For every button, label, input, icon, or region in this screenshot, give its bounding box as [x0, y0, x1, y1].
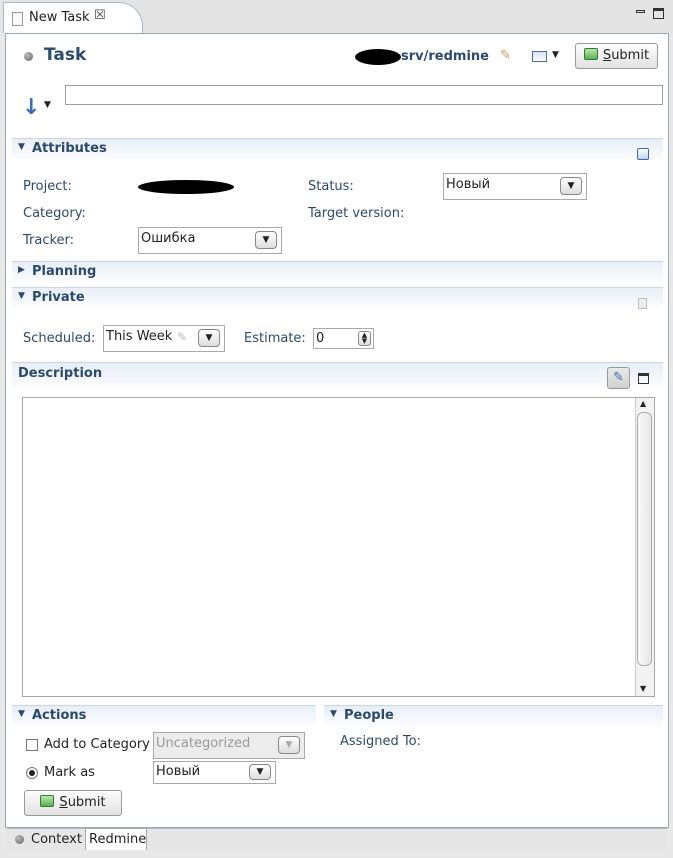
private-section-header[interactable]: ▼ Private: [12, 287, 663, 308]
close-icon[interactable]: ☒: [94, 8, 106, 23]
section-title: People: [344, 708, 394, 723]
project-label: Project:: [23, 179, 72, 194]
description-textarea[interactable]: [22, 397, 655, 697]
section-title: Planning: [32, 264, 97, 279]
expand-toggle-icon: ▼: [18, 291, 25, 301]
task-icon: [24, 52, 33, 61]
context-icon: [15, 835, 24, 844]
maximize-icon[interactable]: [638, 373, 649, 384]
chevron-down-icon: ▼: [255, 231, 277, 249]
tracker-combo[interactable]: Ошибка ▼: [138, 227, 282, 254]
estimate-spinner[interactable]: 0 ▲ ▼: [313, 328, 374, 349]
planning-section-header[interactable]: ▶ Planning: [12, 261, 663, 282]
submit-button[interactable]: Submit: [575, 43, 658, 69]
chevron-down-icon: ▼: [249, 764, 271, 780]
redacted-mark: [138, 180, 234, 194]
minimize-icon[interactable]: [636, 10, 645, 13]
tab-title: New Task: [29, 10, 90, 25]
chevron-down-icon[interactable]: ▼: [44, 100, 51, 110]
section-title: Attributes: [32, 141, 107, 156]
expand-toggle-icon: ▼: [18, 142, 25, 152]
scroll-up-icon[interactable]: ▲: [640, 399, 646, 408]
status-combo[interactable]: Новый ▼: [443, 173, 587, 200]
tab-redmine[interactable]: Redmine: [85, 828, 147, 850]
estimate-label: Estimate:: [244, 331, 306, 346]
chevron-down-icon: ▼: [560, 177, 582, 195]
scroll-down-icon[interactable]: ▼: [640, 684, 646, 693]
section-title: Description: [18, 366, 103, 381]
expand-toggle-icon: ▼: [330, 709, 337, 719]
mark-as-radio[interactable]: [26, 767, 38, 779]
description-section-header: Description: [12, 362, 663, 388]
maximize-icon[interactable]: [653, 8, 664, 19]
tab-new-task[interactable]: New Task ☒: [3, 2, 143, 33]
add-to-category-checkbox[interactable]: [26, 739, 38, 751]
target-version-label: Target version:: [308, 206, 405, 221]
people-section-header[interactable]: ▼ People: [324, 705, 663, 726]
tab-context[interactable]: Context: [7, 829, 85, 850]
mark-as-label: Mark as: [44, 765, 95, 780]
refresh-attributes-icon[interactable]: [637, 148, 649, 160]
status-label: Status:: [308, 179, 354, 194]
submit-button[interactable]: Submit: [24, 790, 122, 816]
chevron-down-icon: ▼: [198, 329, 220, 347]
clear-private-icon[interactable]: [638, 298, 647, 309]
section-title: Actions: [32, 708, 87, 723]
spinner-arrows-icon[interactable]: ▲ ▼: [358, 331, 371, 346]
actions-section-header[interactable]: ▼ Actions: [12, 705, 316, 726]
submit-icon: [40, 795, 55, 807]
category-combo[interactable]: Uncategorized ▼: [153, 732, 305, 759]
add-to-category-label: Add to Category: [44, 737, 150, 752]
edit-description-icon[interactable]: ✎: [607, 367, 630, 389]
priority-icon[interactable]: ↓: [22, 95, 40, 120]
page-title: Task: [44, 45, 87, 65]
expand-toggle-icon: ▶: [18, 265, 25, 275]
section-title: Private: [32, 290, 85, 305]
document-icon: [12, 12, 23, 26]
calendar-icon: [532, 51, 547, 62]
chevron-down-icon: ▼: [552, 50, 559, 60]
layout-menu-button[interactable]: ▼: [529, 47, 563, 67]
tracker-label: Tracker:: [23, 233, 75, 248]
repository-label: srv/redmine: [401, 49, 489, 64]
scheduled-label: Scheduled:: [23, 331, 96, 346]
redacted-mark: [355, 49, 401, 65]
assigned-to-label: Assigned To:: [340, 734, 421, 749]
clear-icon[interactable]: ✎: [177, 330, 187, 344]
mark-as-combo[interactable]: Новый ▼: [153, 761, 276, 784]
summary-field[interactable]: [65, 85, 663, 105]
scroll-thumb[interactable]: [637, 412, 652, 666]
submit-icon: [583, 48, 598, 60]
chevron-down-icon: ▼: [278, 736, 300, 754]
clear-icon[interactable]: ✎: [500, 48, 516, 64]
expand-toggle-icon: ▼: [18, 709, 25, 719]
attributes-section-header[interactable]: ▼ Attributes: [12, 138, 663, 159]
scheduled-combo[interactable]: This Week ✎ ▼: [103, 325, 225, 352]
category-label: Category:: [23, 206, 86, 221]
